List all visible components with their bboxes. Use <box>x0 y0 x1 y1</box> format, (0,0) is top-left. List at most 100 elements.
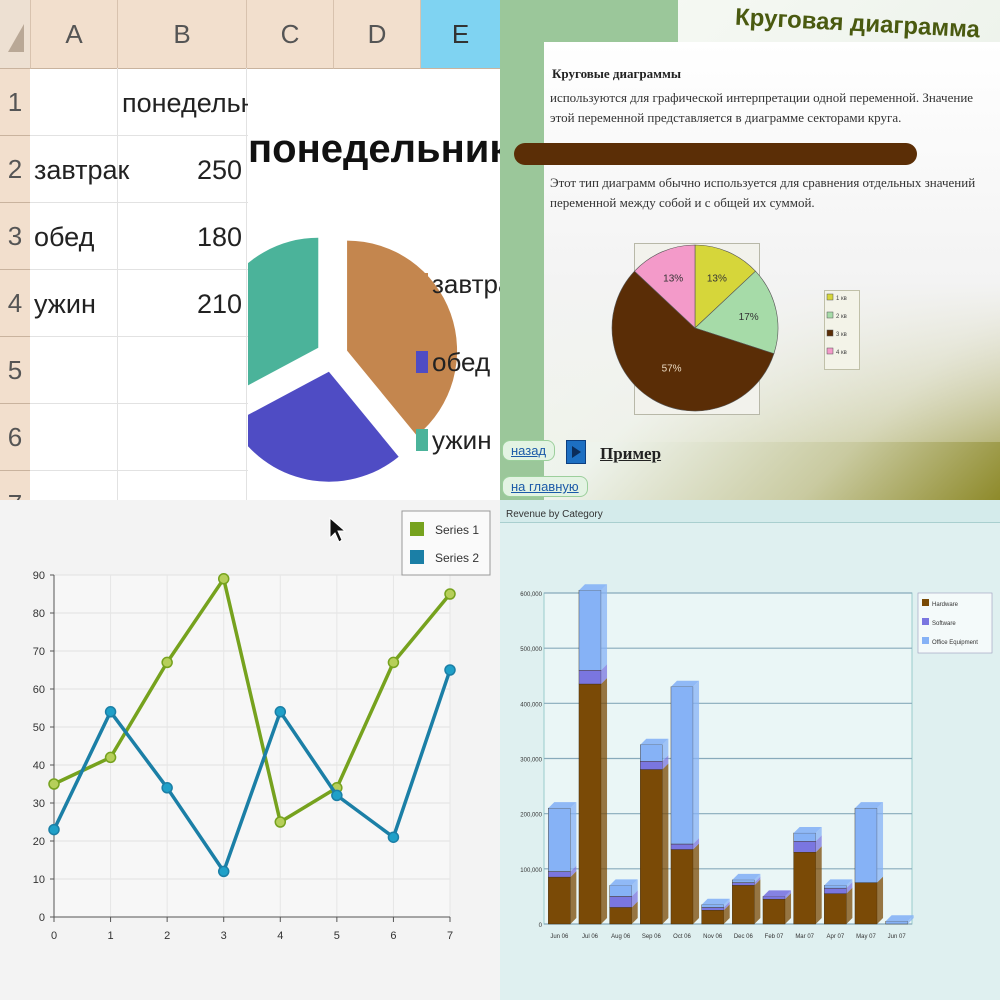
column-header-e[interactable]: E <box>421 0 500 69</box>
bar-chart: 0 100,000 200,000 300,000 400,000 500,000 600,… <box>520 584 993 940</box>
legend-label-ужин: ужин <box>432 425 492 455</box>
bar-side-office-equipment-jun-06 <box>570 802 577 872</box>
bar-software-nov-06 <box>701 907 724 911</box>
bar-software-feb-07 <box>762 896 786 900</box>
row-header-5[interactable]: 5 <box>0 337 30 404</box>
grid-line <box>30 135 248 136</box>
grid-line <box>30 202 248 203</box>
x-tick-label-2: 2 <box>164 930 170 942</box>
series-point-series-1-7 <box>444 588 456 600</box>
home-button[interactable]: на главную <box>502 476 588 497</box>
cell-b4[interactable]: 210 <box>120 289 242 320</box>
bar-office-equipment-sep-06 <box>640 744 663 762</box>
pie-chart-object[interactable]: понедельник завтракобедужин <box>248 69 500 500</box>
cell-b3[interactable]: 180 <box>120 222 242 253</box>
series-point-series-2-6 <box>387 831 400 843</box>
grid-line <box>30 470 248 471</box>
legend-label-hardware: Hardware <box>932 602 959 608</box>
spreadsheet-panel: A B C D E 1 2 3 4 5 6 7 понедельник завт… <box>0 0 500 500</box>
row-header-7[interactable]: 7 <box>0 471 30 500</box>
legend-label-обед: обед <box>432 347 490 377</box>
x-tick-label-aug-06: Aug 06 <box>611 934 631 940</box>
bar-side-office-equipment-oct-06 <box>693 680 700 845</box>
cell-a2[interactable]: завтрак <box>34 155 129 186</box>
grid-line <box>117 68 118 500</box>
grid-line <box>30 269 248 270</box>
y-tick-label-70: 70 <box>33 646 45 658</box>
example-link[interactable]: Пример <box>600 444 661 464</box>
bar-software-jun-06 <box>548 871 571 878</box>
cell-b2[interactable]: 250 <box>120 155 242 186</box>
row-header-4[interactable]: 4 <box>0 270 30 337</box>
column-header-b[interactable]: B <box>118 0 247 69</box>
cell-a3[interactable]: обед <box>34 222 94 253</box>
x-tick-label-jun-06: Jun 06 <box>550 934 569 940</box>
series-point-series-1-2 <box>161 656 173 669</box>
column-header-c[interactable]: C <box>247 0 334 69</box>
bar-hardware-nov-06 <box>701 910 724 925</box>
plot-area <box>54 575 450 917</box>
x-tick-label-0: 0 <box>51 930 57 942</box>
play-icon <box>572 446 581 458</box>
y-tick-label-50: 50 <box>33 722 45 734</box>
row-header-2[interactable]: 2 <box>0 136 30 203</box>
pie2-legend-label-1-кв: 1 кв <box>836 296 847 302</box>
legend-swatch-обед <box>416 351 428 373</box>
bar-hardware-feb-07 <box>762 898 786 925</box>
x-tick-label-may-07: May 07 <box>856 934 876 940</box>
bar-office-equipment-oct-06 <box>670 686 694 845</box>
y-tick-label-4: 400,000 <box>520 702 542 708</box>
bar-software-aug-06 <box>609 896 632 908</box>
y-tick-label-80: 80 <box>33 608 45 620</box>
legend-label-office-equipment: Office Equipment <box>932 640 978 646</box>
x-tick-label-jun-07: Jun 07 <box>888 934 907 940</box>
bar-hardware-jul-06 <box>578 683 602 925</box>
y-tick-label-40: 40 <box>33 760 45 772</box>
select-all-corner[interactable] <box>0 0 31 69</box>
legend-box <box>401 510 491 576</box>
y-tick-label-30: 30 <box>33 798 45 810</box>
pie-chart-1: завтрак обед ужин <box>248 237 500 482</box>
legend-label-series-1: Series 1 <box>435 523 479 537</box>
pie2-legend-swatch-3-кв <box>826 329 834 337</box>
bar-hardware-mar-07 <box>793 852 816 925</box>
x-tick-label-6: 6 <box>390 930 396 942</box>
pie-slice-ужин <box>248 237 319 386</box>
play-button[interactable] <box>566 440 586 464</box>
bar-software-dec-06 <box>732 882 755 886</box>
bar-side-hardware-jun-06 <box>570 871 577 924</box>
x-tick-label-oct-06: Oct 06 <box>673 934 691 940</box>
bar-hardware-jun-06 <box>548 876 571 925</box>
row-header-1[interactable]: 1 <box>0 69 30 136</box>
legend-label-software: Software <box>932 621 956 627</box>
cell-a4[interactable]: ужин <box>34 289 96 320</box>
back-button[interactable]: назад <box>502 440 556 461</box>
bar-side-hardware-dec-06 <box>754 879 761 924</box>
pie2-legend-label-2-кв: 2 кв <box>836 314 847 320</box>
x-tick-label-5: 5 <box>334 930 340 942</box>
series-point-series-1-1 <box>104 751 117 764</box>
y-tick-label-60: 60 <box>33 684 45 696</box>
series-point-series-2-3 <box>217 865 230 878</box>
bar-office-equipment-jul-06 <box>578 590 602 671</box>
slide-panel: Круговая диаграмма Круговые диаграммы ис… <box>500 0 1000 500</box>
series-point-series-1-6 <box>387 656 400 669</box>
row-header-3[interactable]: 3 <box>0 203 30 270</box>
pie-slice-обед <box>248 371 399 482</box>
bar-side-hardware-sep-06 <box>662 763 669 924</box>
series-point-series-2-1 <box>104 706 117 718</box>
x-tick-label-7: 7 <box>447 930 453 942</box>
series-point-series-2-5 <box>331 789 343 802</box>
series-point-series-2-4 <box>274 706 287 718</box>
series-point-series-2-7 <box>444 664 456 676</box>
legend-swatch-series-1 <box>410 522 424 536</box>
legend-swatch-office-equipment <box>922 637 929 644</box>
y-tick-label-2: 200,000 <box>520 813 542 819</box>
column-header-a[interactable]: A <box>31 0 118 69</box>
bar-software-sep-06 <box>640 761 663 770</box>
bar-office-equipment-jun-07 <box>885 921 908 925</box>
row-header-6[interactable]: 6 <box>0 404 30 471</box>
grid-line <box>30 336 248 337</box>
grid-line <box>30 403 248 404</box>
column-header-d[interactable]: D <box>334 0 421 69</box>
